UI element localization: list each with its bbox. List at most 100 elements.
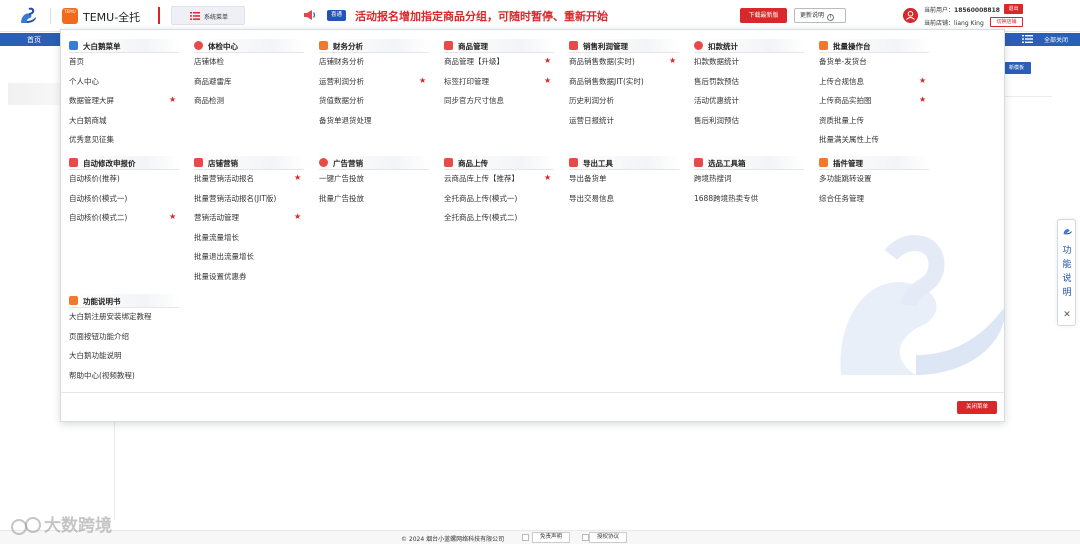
list-icon [190, 12, 200, 20]
star-icon: ★ [544, 75, 552, 85]
menu-item[interactable]: 自动核价(模式一) [69, 193, 127, 204]
price-icon [69, 158, 78, 167]
menu-item[interactable]: 商品销售数据(实时) [569, 56, 635, 67]
menu-item[interactable]: 多功能跳转设置 [819, 173, 872, 184]
swan-icon [1063, 229, 1072, 235]
menu-item[interactable]: 同步官方尺寸信息 [444, 95, 504, 106]
update-notes-button[interactable]: 更新说明 i [794, 8, 846, 23]
disclaimer-checkbox[interactable] [522, 534, 529, 541]
system-menu-button[interactable]: 系统菜单 [171, 6, 245, 25]
book-icon [69, 296, 78, 305]
menu-item[interactable]: 批量满关属性上传 [819, 134, 879, 145]
menu-item[interactable]: 云商品库上传【推荐】 [444, 173, 519, 184]
new-template-button[interactable]: 新模板 [1002, 62, 1031, 74]
tab-list-icon[interactable] [1022, 34, 1033, 44]
temu-logo-icon: TEMU [62, 8, 78, 24]
menu-section-title: 插件管理 [833, 159, 863, 168]
logout-button[interactable]: 退出 [1004, 4, 1023, 14]
menu-item[interactable]: 跨境热搜词 [694, 173, 732, 184]
menu-section-title: 大白鹅菜单 [83, 42, 121, 51]
menu-item[interactable]: 店铺体检 [194, 56, 224, 67]
update-notes-label: 更新说明 [800, 12, 825, 19]
star-icon: ★ [544, 173, 552, 182]
menu-item[interactable]: 批量退出流量增长 [194, 251, 254, 262]
menu-section-header: 功能说明书 [69, 294, 179, 308]
menu-item[interactable]: 导出备货单 [569, 173, 607, 184]
menu-item[interactable]: 优秀意见征集 [69, 134, 114, 145]
star-icon: ★ [294, 173, 302, 182]
tab-home[interactable]: 首页 [27, 35, 41, 45]
speaker-icon [304, 10, 316, 20]
menu-item[interactable]: 售后罚款预估 [694, 76, 739, 87]
menu-item[interactable]: 商品检测 [194, 95, 224, 106]
close-menu-button[interactable]: 关闭菜单 [957, 401, 997, 414]
menu-item[interactable]: 首页 [69, 56, 84, 67]
menu-item[interactable]: 页面按钮功能介绍 [69, 331, 129, 342]
download-latest-button[interactable]: 下载最新版 [740, 8, 787, 23]
menu-item[interactable]: 数据管理大屏 [69, 95, 114, 106]
license-checkbox[interactable] [582, 534, 589, 541]
menu-item[interactable]: 资质批量上传 [819, 115, 864, 126]
menu-item[interactable]: 上传合规信息 [819, 76, 864, 87]
menu-item[interactable]: 商品销售数据JIT(实时) [569, 76, 644, 87]
menu-item[interactable]: 一键广告投放 [319, 173, 364, 184]
menu-item[interactable]: 1688跨境热卖专供 [694, 193, 758, 204]
license-button[interactable]: 授权协议 [589, 532, 628, 543]
close-all-tabs-button[interactable]: 全部关闭 [1044, 35, 1068, 44]
star-icon: ★ [669, 56, 677, 65]
current-shop-label: 当前店铺： [924, 20, 955, 27]
menu-item[interactable]: 运营利润分析 [319, 76, 364, 87]
menu-item[interactable]: 店铺财务分析 [319, 56, 364, 67]
menu-item[interactable]: 批量营销活动报名(JIT版) [194, 193, 276, 204]
menu-item[interactable]: 售后利润预估 [694, 115, 739, 126]
menu-section-header: 选品工具箱 [694, 156, 804, 170]
menu-item[interactable]: 批量广告投放 [319, 193, 364, 204]
feature-guide-float[interactable]: 功能说明 ✕ [1057, 219, 1076, 326]
switch-shop-button[interactable]: 切换店铺 [990, 17, 1023, 27]
menu-item[interactable]: 货值数据分析 [319, 95, 364, 106]
menu-item[interactable]: 批量设置优惠券 [194, 271, 247, 282]
chart-icon [569, 41, 578, 50]
menu-item[interactable]: 自动核价(推荐) [69, 173, 120, 184]
menu-item[interactable]: 活动优惠统计 [694, 95, 739, 106]
menu-section-header: 财务分析 [319, 39, 429, 53]
menu-item[interactable]: 上传商品实拍图 [819, 95, 872, 106]
menu-item[interactable]: 全托商品上传(模式一) [444, 193, 517, 204]
menu-item[interactable]: 全托商品上传(模式二) [444, 212, 517, 223]
menu-item[interactable]: 大白鹅注册安装绑定教程 [69, 311, 152, 322]
system-menu-panel: 大白鹅菜单 首页 个人中心 数据管理大屏 ★ 大白鹅商城 优秀意见征集 体检中心 店铺体检 商品避… [60, 29, 1005, 422]
menu-item[interactable]: 批量营销活动报名 [194, 173, 254, 184]
menu-item[interactable]: 商品避雷库 [194, 76, 232, 87]
menu-section-title: 导出工具 [583, 159, 613, 168]
menu-section-title: 销售利润管理 [583, 42, 628, 51]
menu-section-title: 店铺营销 [208, 159, 238, 168]
menu-item[interactable]: 大白鹅商城 [69, 115, 107, 126]
menu-item[interactable]: 大白鹅功能说明 [69, 350, 122, 361]
swan-logo-icon[interactable] [18, 6, 38, 26]
menu-section-title: 批量操作台 [833, 42, 871, 51]
disclaimer-button[interactable]: 免责声明 [532, 532, 571, 543]
menu-section-header: 商品管理 [444, 39, 554, 53]
menu-item[interactable]: 商品管理【升级】 [444, 56, 504, 67]
avatar[interactable] [903, 8, 918, 23]
menu-item[interactable]: 综合任务管理 [819, 193, 864, 204]
menu-item[interactable]: 扣款数据统计 [694, 56, 739, 67]
background-divider [1005, 96, 1052, 97]
menu-item[interactable]: 营销活动管理 [194, 212, 239, 223]
menu-item[interactable]: 备货单-发货台 [819, 56, 867, 67]
close-icon[interactable]: ✕ [1062, 310, 1072, 320]
notice-text[interactable]: 活动报名增加指定商品分组，可随时暂停、重新开始 [355, 8, 608, 24]
menu-item[interactable]: 个人中心 [69, 76, 99, 87]
menu-item[interactable]: 批量流量增长 [194, 232, 239, 243]
menu-item[interactable]: 标签打印管理 [444, 76, 489, 87]
plugin-icon [819, 158, 828, 167]
menu-item[interactable]: 备货单退货处理 [319, 115, 372, 126]
menu-item[interactable]: 运营日报统计 [569, 115, 614, 126]
menu-section-title: 选品工具箱 [708, 159, 746, 168]
copyright-text: © 2024 烟台小蓝螺网络科技有限公司 [401, 536, 505, 543]
menu-item[interactable]: 自动核价(模式二) [69, 212, 127, 223]
menu-item[interactable]: 导出交易信息 [569, 193, 614, 204]
menu-item[interactable]: 帮助中心(视频教程) [69, 370, 135, 381]
menu-section-header: 大白鹅菜单 [69, 39, 179, 53]
menu-item[interactable]: 历史利润分析 [569, 95, 614, 106]
